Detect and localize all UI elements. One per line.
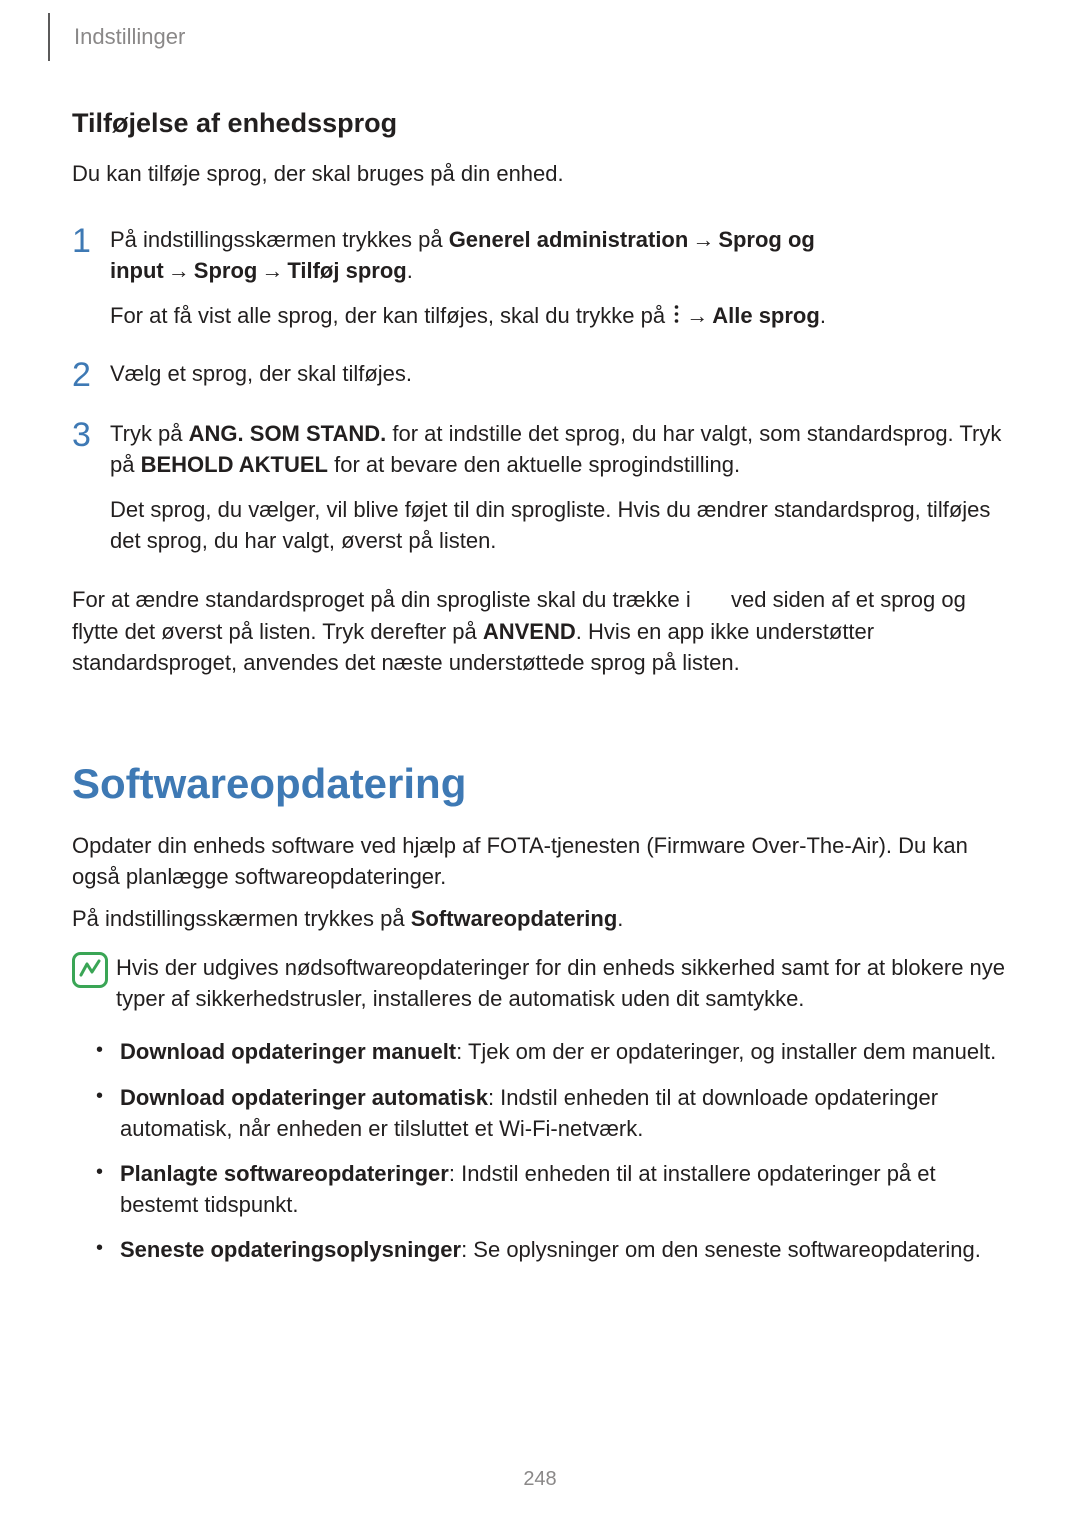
list-item: Download opdateringer automatisk: Indsti… [96, 1082, 1008, 1144]
note-icon [72, 952, 116, 1014]
step-3: 3 Tryk på ANG. SOM STAND. for at indstil… [72, 418, 1008, 557]
more-options-icon [671, 303, 682, 325]
section-title-software-update: Softwareopdatering [72, 760, 1008, 808]
step-body: På indstillingsskærmen trykkes på Genere… [110, 224, 1008, 332]
list-item: Download opdateringer manuelt: Tjek om d… [96, 1036, 1008, 1067]
header-section-label: Indstillinger [74, 24, 185, 50]
step-number: 1 [72, 224, 110, 332]
bullet-list: Download opdateringer manuelt: Tjek om d… [72, 1036, 1008, 1265]
closing-paragraph: For at ændre standardsproget på din spro… [72, 584, 1008, 678]
software-update-p2: På indstillingsskærmen trykkes på Softwa… [72, 903, 1008, 934]
step-number: 2 [72, 358, 110, 392]
header-divider [48, 13, 50, 61]
step-3-line-2: Det sprog, du vælger, vil blive føjet ti… [110, 494, 1008, 556]
step-list: 1 På indstillingsskærmen trykkes på Gene… [72, 224, 1008, 557]
step-body: Vælg et sprog, der skal tilføjes. [110, 358, 1008, 392]
subsection-lead: Du kan tilføje sprog, der skal bruges på… [72, 159, 1008, 190]
step-body: Tryk på ANG. SOM STAND. for at indstille… [110, 418, 1008, 557]
note-callout: Hvis der udgives nødsoftwareopdateringer… [72, 952, 1008, 1014]
step-number: 3 [72, 418, 110, 557]
list-item: Seneste opdateringsoplysninger: Se oplys… [96, 1234, 1008, 1265]
step-2: 2 Vælg et sprog, der skal tilføjes. [72, 358, 1008, 392]
step-1-line-1: På indstillingsskærmen trykkes på Genere… [110, 224, 1008, 286]
subsection-title-languages: Tilføjelse af enhedssprog [72, 108, 1008, 139]
step-3-line-1: Tryk på ANG. SOM STAND. for at indstille… [110, 418, 1008, 480]
step-1: 1 På indstillingsskærmen trykkes på Gene… [72, 224, 1008, 332]
software-update-p1: Opdater din enheds software ved hjælp af… [72, 830, 1008, 892]
page-number: 248 [0, 1468, 1080, 1491]
note-text: Hvis der udgives nødsoftwareopdateringer… [116, 952, 1008, 1014]
list-item: Planlagte softwareopdateringer: Indstil … [96, 1158, 1008, 1220]
page-header: Indstillinger [48, 10, 185, 64]
step-2-line-1: Vælg et sprog, der skal tilføjes. [110, 358, 1008, 389]
step-1-line-2: For at få vist alle sprog, der kan tilfø… [110, 300, 1008, 331]
page-content: Tilføjelse af enhedssprog Du kan tilføje… [72, 108, 1008, 1280]
